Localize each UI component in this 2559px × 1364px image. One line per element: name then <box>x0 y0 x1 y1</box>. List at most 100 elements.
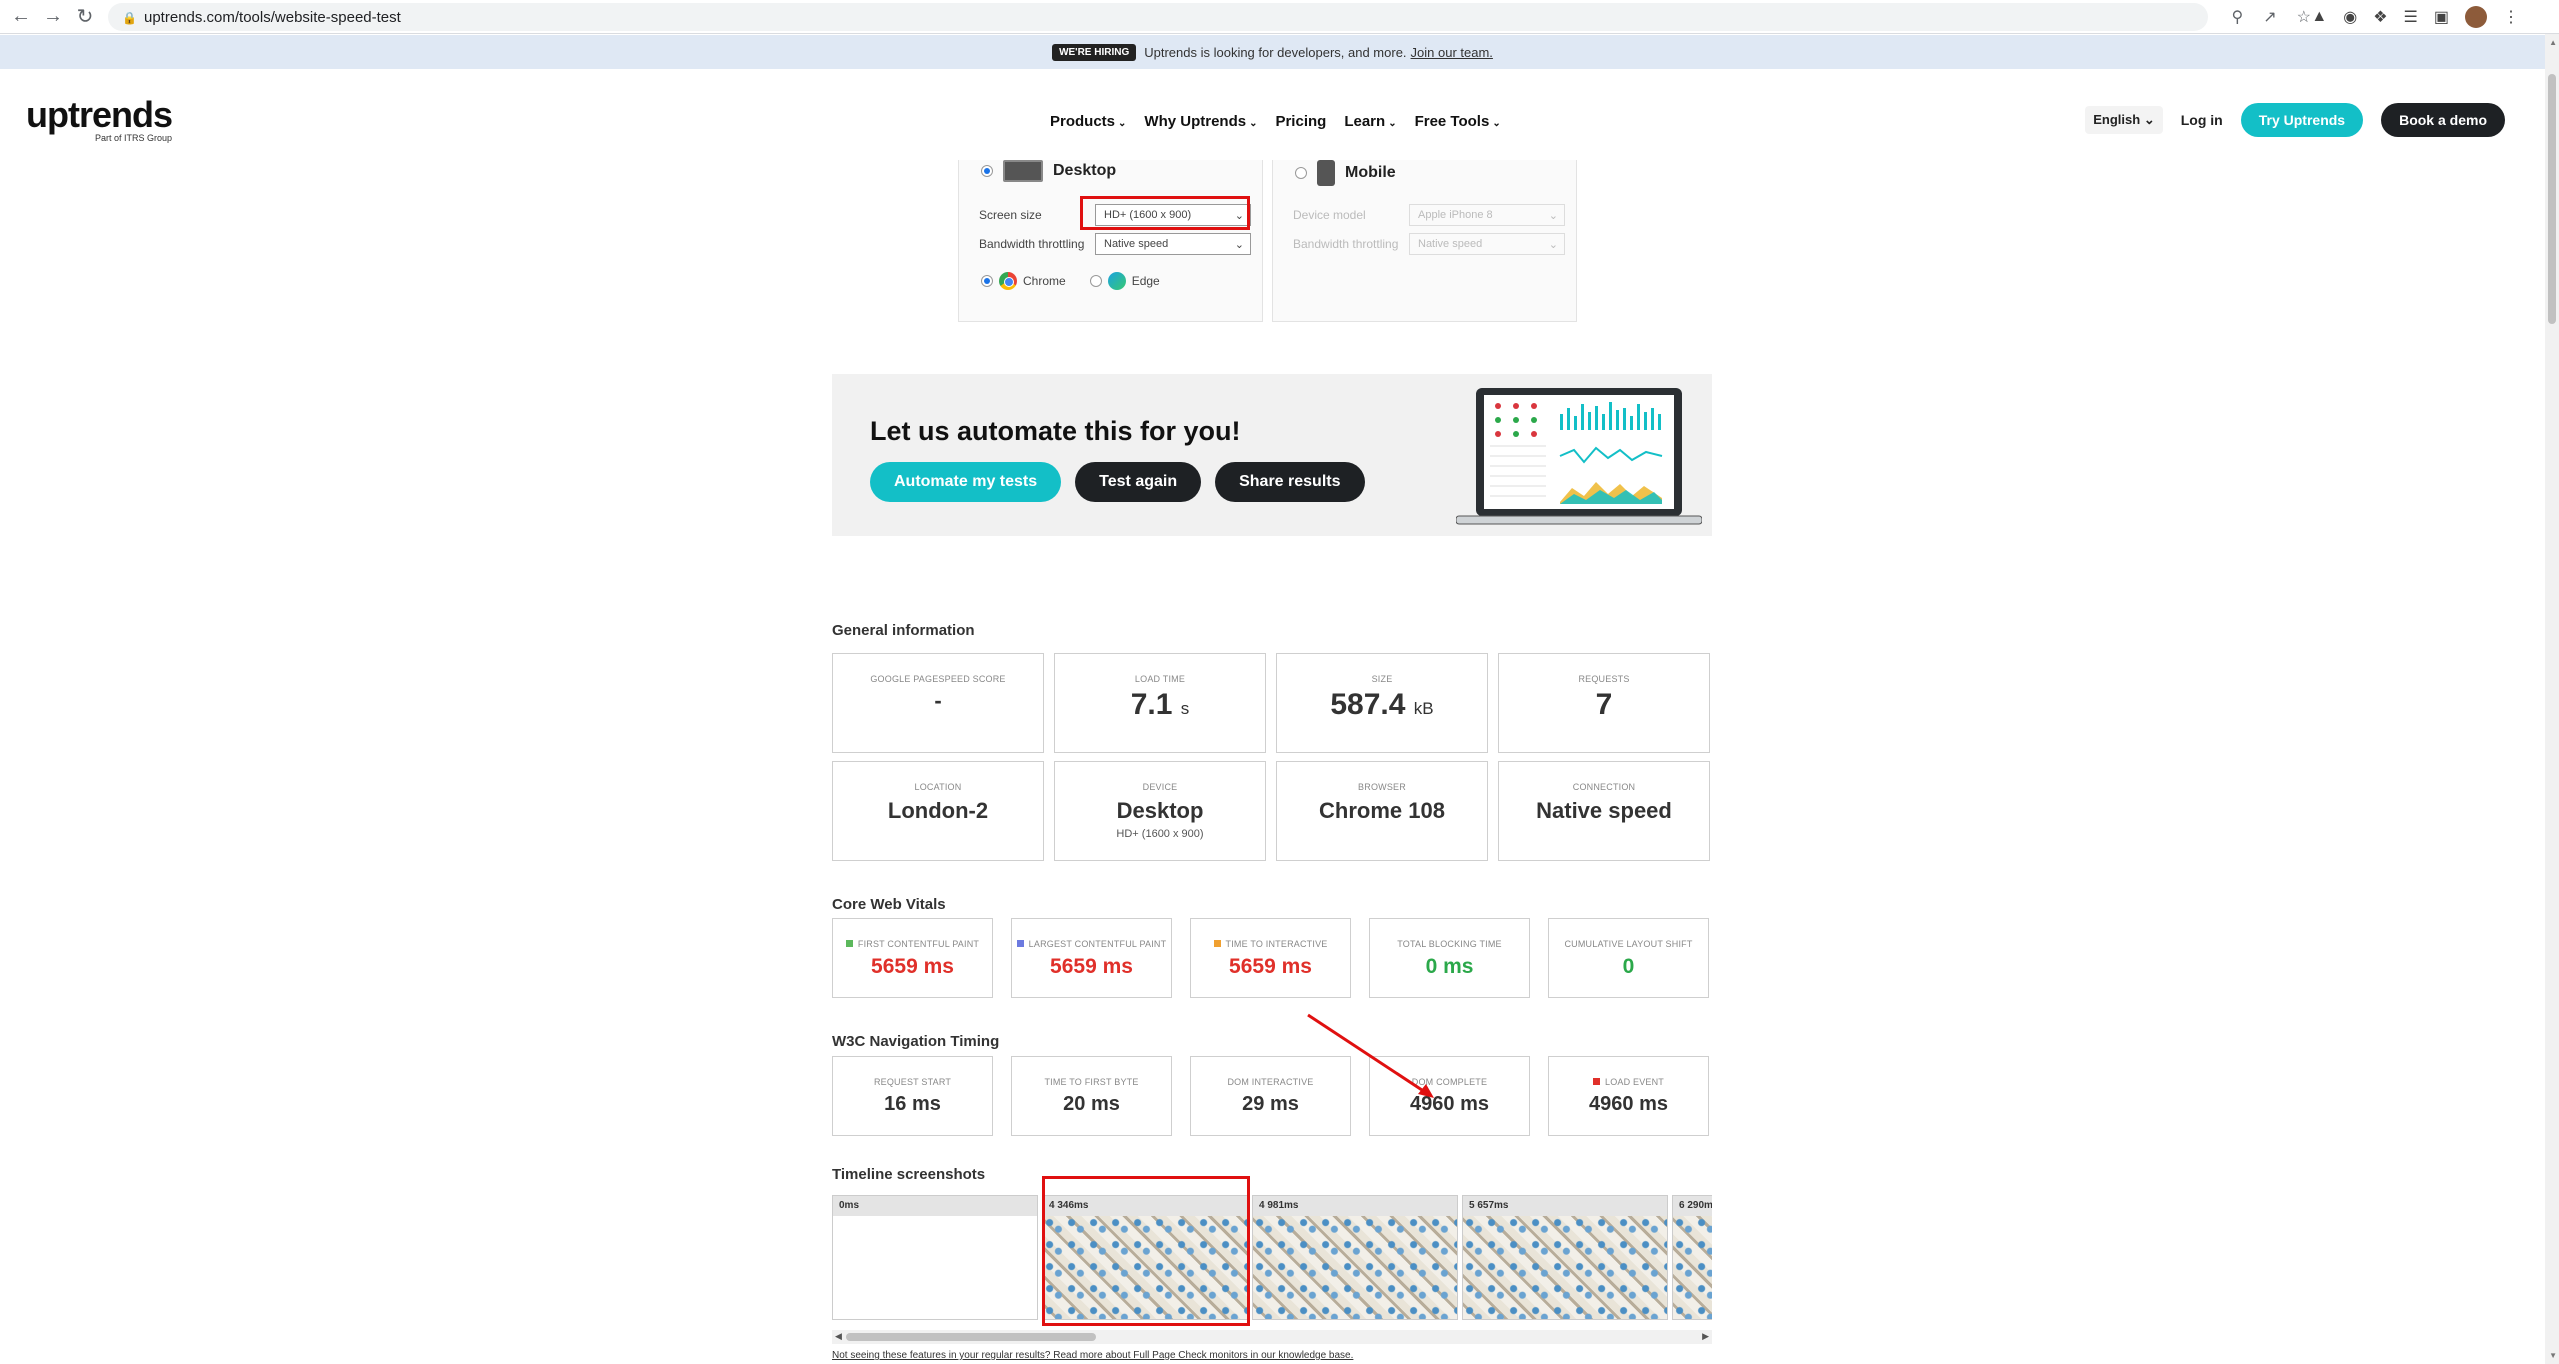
frame-highlight <box>1042 1176 1250 1326</box>
tti-dot-icon <box>1213 940 1221 947</box>
profile-avatar[interactable] <box>2465 6 2487 28</box>
chevron-down-icon: ⌄ <box>1548 238 1558 251</box>
pagespeed-card: GOOGLE PAGESPEED SCORE - <box>832 653 1044 753</box>
test-again-button[interactable]: Test again <box>1075 462 1202 502</box>
forward-icon[interactable]: → <box>42 5 64 27</box>
screen-size-highlight <box>1080 196 1250 230</box>
timeline-scrollbar[interactable]: ◀ ▶ <box>832 1330 1712 1344</box>
language-select[interactable]: English ⌄ <box>2085 106 2163 134</box>
hiring-tag: WE'RE HIRING <box>1052 43 1137 61</box>
chrome-icon <box>999 272 1017 290</box>
scroll-right-icon[interactable]: ▶ <box>1702 1331 1709 1342</box>
nav-why-uptrends[interactable]: Why Uptrends ⌄ <box>1144 113 1257 130</box>
back-icon[interactable]: ← <box>10 5 32 27</box>
lcp-dot-icon <box>1016 940 1024 947</box>
w3c-ttfb-card: TIME TO FIRST BYTE 20 ms <box>1011 1056 1172 1136</box>
cwv-fcp-card: FIRST CONTENTFUL PAINT 5659 ms <box>832 918 993 998</box>
monitor-icon <box>1003 160 1043 182</box>
annotation-arrow <box>1307 1013 1434 1098</box>
mobile-bandwidth-select[interactable]: Native speed ⌄ <box>1409 233 1565 255</box>
cwv-tbt-card: TOTAL BLOCKING TIME 0 ms <box>1369 918 1530 998</box>
edge-radio[interactable] <box>1089 275 1102 287</box>
connection-card: CONNECTION Native speed <box>1498 761 1710 861</box>
automate-panel: Let us automate this for you! Automate m… <box>832 374 1712 536</box>
general-info-title: General information <box>832 622 975 639</box>
chrome-option[interactable]: Chrome <box>981 272 1066 290</box>
device-model-select[interactable]: Apple iPhone 8 ⌄ <box>1409 204 1565 226</box>
automate-tests-button[interactable]: Automate my tests <box>870 462 1062 502</box>
extension-a-icon[interactable]: ▲ <box>2311 8 2327 26</box>
desktop-settings-card: Desktop Screen size HD+ (1600 x 900) ⌄ Ba… <box>958 160 1263 322</box>
chevron-down-icon: ⌄ <box>1118 118 1127 129</box>
w3c-load-event-card: LOAD EVENT 4960 ms <box>1548 1056 1709 1136</box>
scroll-down-icon[interactable]: ▼ <box>2549 1351 2557 1360</box>
device-card: DEVICE Desktop HD+ (1600 x 900) <box>1054 761 1266 861</box>
url-text: uptrends.com/tools/website-speed-test <box>144 8 401 26</box>
nav-products[interactable]: Products ⌄ <box>1050 113 1126 130</box>
nav-free-tools[interactable]: Free Tools ⌄ <box>1415 113 1501 130</box>
site-header: uptrends Part of ITRS Group Products ⌄ Wh… <box>0 69 2545 165</box>
puzzle-icon[interactable]: ❖ <box>2373 7 2387 27</box>
extension-b-icon[interactable]: ◉ <box>2343 7 2357 27</box>
mobile-option[interactable]: Mobile <box>1295 160 1396 186</box>
fcp-dot-icon <box>845 940 853 947</box>
desktop-option[interactable]: Desktop <box>981 160 1116 182</box>
main-nav: Products ⌄ Why Uptrends ⌄ Pricing Learn ⌄ F… <box>1050 113 1501 130</box>
timeline-scrollbar-thumb[interactable] <box>846 1333 1096 1341</box>
device-model-row: Device model Apple iPhone 8 ⌄ <box>1293 204 1565 226</box>
timeline-strip[interactable]: 0ms 4 346ms 4 981ms 5 657ms 6 290m <box>832 1195 1712 1320</box>
timeline-frame[interactable]: 0ms <box>832 1195 1038 1320</box>
chevron-down-icon: ⌄ <box>1388 118 1397 129</box>
zoom-icon[interactable]: ⚲ <box>2232 7 2244 27</box>
join-team-link[interactable]: Join our team. <box>1411 45 1493 60</box>
mobile-radio[interactable] <box>1295 167 1307 179</box>
chevron-down-icon: ⌄ <box>1249 118 1258 129</box>
automate-title: Let us automate this for you! <box>870 416 1241 446</box>
scroll-left-icon[interactable]: ◀ <box>835 1331 842 1342</box>
timeline-frame[interactable]: 5 657ms <box>1462 1195 1668 1320</box>
nav-learn[interactable]: Learn ⌄ <box>1344 113 1396 130</box>
browser-toolbar: ← → ↻ 🔒 uptrends.com/tools/website-speed… <box>0 0 2559 34</box>
lock-icon: 🔒 <box>122 11 137 25</box>
timeline-frame[interactable]: 4 981ms <box>1252 1195 1458 1320</box>
laptop-illustration <box>1456 388 1702 525</box>
phone-icon <box>1317 160 1335 186</box>
nav-pricing[interactable]: Pricing <box>1275 113 1326 130</box>
w3c-request-start-card: REQUEST START 16 ms <box>832 1056 993 1136</box>
bookmark-star-icon[interactable]: ☆ <box>2297 7 2311 27</box>
share-icon[interactable]: ↗ <box>2263 7 2276 27</box>
size-card: SIZE 587.4 kB <box>1276 653 1488 753</box>
uptrends-logo[interactable]: uptrends Part of ITRS Group <box>26 97 173 144</box>
chrome-radio[interactable] <box>981 275 993 287</box>
address-bar[interactable]: 🔒 uptrends.com/tools/website-speed-test <box>108 3 2208 31</box>
timeline-frame[interactable]: 6 290m <box>1672 1195 1712 1320</box>
reading-list-icon[interactable]: ☰ <box>2404 7 2418 27</box>
location-card: LOCATION London-2 <box>832 761 1044 861</box>
timeline-title: Timeline screenshots <box>832 1166 986 1183</box>
chevron-down-icon: ⌄ <box>1548 209 1558 222</box>
w3c-title: W3C Navigation Timing <box>832 1033 1000 1050</box>
chevron-down-icon: ⌄ <box>1234 238 1244 251</box>
page-scrollbar[interactable]: ▲ ▼ <box>2545 34 2559 1364</box>
screenshot-thumbnail <box>1673 1216 1712 1319</box>
hiring-text: Uptrends is looking for developers, and … <box>1144 44 1407 60</box>
login-link[interactable]: Log in <box>2181 112 2223 128</box>
hiring-banner: WE'RE HIRING Uptrends is looking for dev… <box>0 35 2545 69</box>
screenshot-thumbnail <box>1463 1216 1667 1319</box>
side-panel-icon[interactable]: ▣ <box>2434 7 2449 27</box>
cwv-cls-card: CUMULATIVE LAYOUT SHIFT 0 <box>1548 918 1709 998</box>
chevron-down-icon: ⌄ <box>1492 118 1501 129</box>
menu-kebab-icon[interactable]: ⋮ <box>2503 7 2519 27</box>
desktop-bandwidth-select[interactable]: Native speed ⌄ <box>1095 233 1251 255</box>
scrollbar-thumb[interactable] <box>2548 74 2556 324</box>
book-demo-button[interactable]: Book a demo <box>2381 103 2505 137</box>
reload-icon[interactable]: ↻ <box>74 5 96 28</box>
share-results-button[interactable]: Share results <box>1215 462 1365 502</box>
knowledge-base-link[interactable]: Not seeing these features in your regula… <box>832 1350 1353 1361</box>
load-event-dot-icon <box>1592 1078 1600 1085</box>
mobile-settings-card: Mobile Device model Apple iPhone 8 ⌄ Band… <box>1272 160 1577 322</box>
desktop-radio[interactable] <box>981 165 993 177</box>
try-uptrends-button[interactable]: Try Uptrends <box>2240 103 2364 137</box>
edge-option[interactable]: Edge <box>1089 272 1160 290</box>
scroll-up-icon[interactable]: ▲ <box>2549 38 2557 47</box>
